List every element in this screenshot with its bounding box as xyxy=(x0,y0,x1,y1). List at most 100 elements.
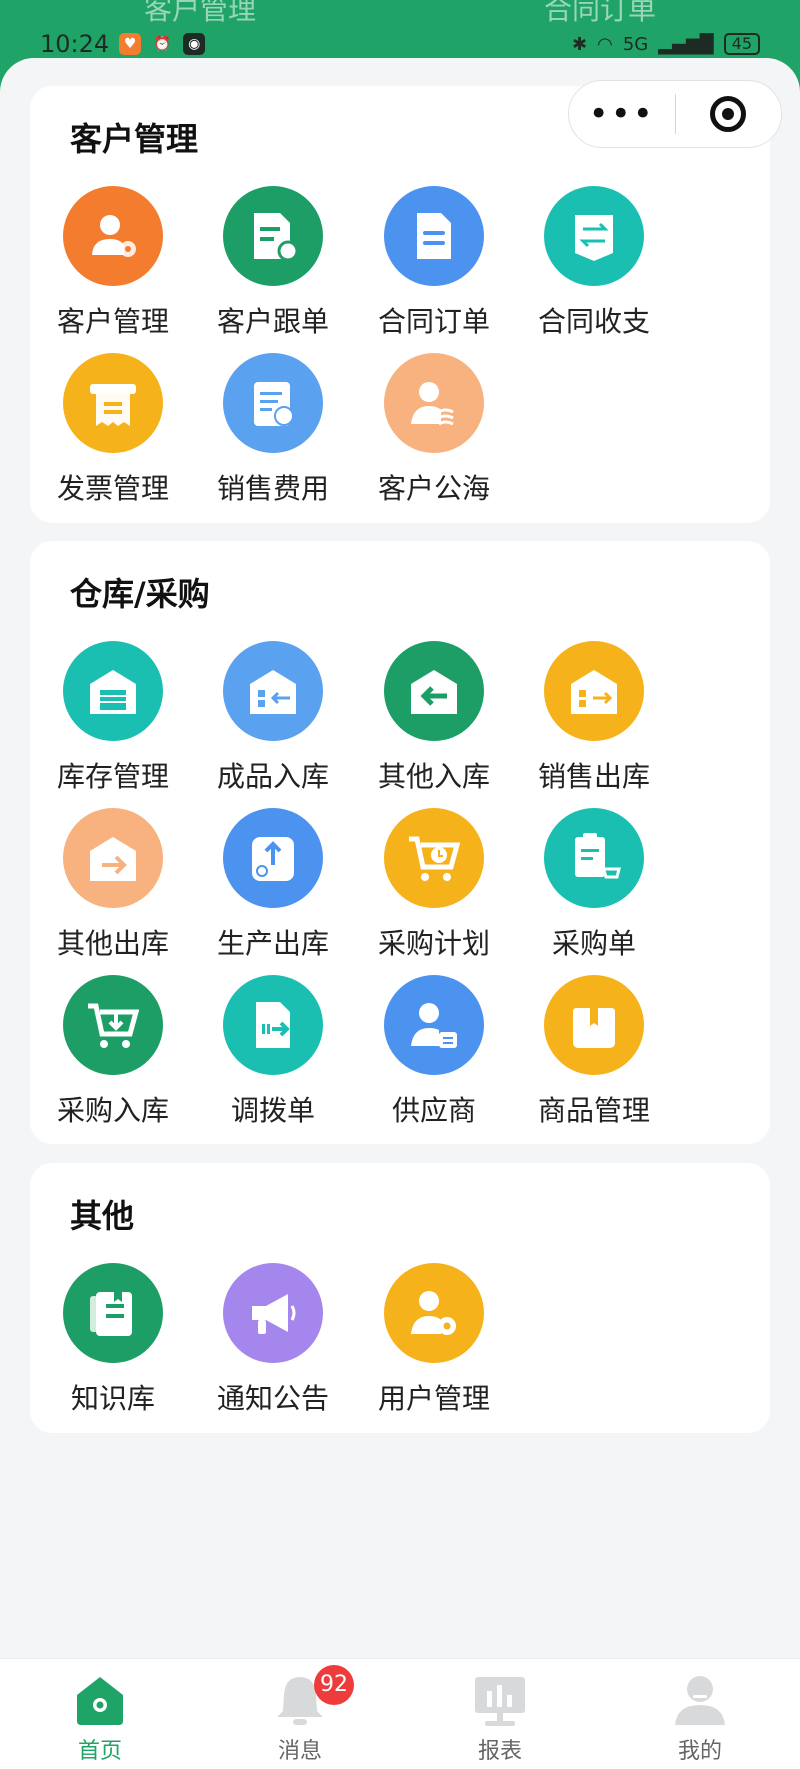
nav-label: 报表 xyxy=(477,1739,522,1764)
cart-download-icon xyxy=(63,975,163,1075)
menu-item[interactable]: 商品管理 xyxy=(504,975,684,1129)
bottom-navigation: 首页 92 消息 报表 我的 xyxy=(0,1658,800,1769)
transfer-doc-icon xyxy=(223,975,323,1075)
menu-item-label: 采购计划 xyxy=(377,927,490,960)
outbound-icon xyxy=(544,641,644,741)
inbound-arrow-icon xyxy=(384,641,484,741)
wifi-icon: ◠ xyxy=(597,33,613,55)
warehouse-icon xyxy=(63,641,163,741)
cart-clock-icon xyxy=(384,808,484,908)
nav-reports[interactable]: 报表 xyxy=(400,1659,600,1769)
menu-item-label: 知识库 xyxy=(70,1382,155,1415)
menu-item-label: 调拨单 xyxy=(230,1094,315,1127)
menu-item[interactable]: 用户管理 xyxy=(344,1263,524,1417)
unread-badge: 92 xyxy=(314,1665,354,1705)
menu-item[interactable]: 采购入库 xyxy=(23,975,203,1129)
menu-item-label: 销售费用 xyxy=(216,472,329,505)
menu-item-label: 客户跟单 xyxy=(216,305,329,338)
close-button[interactable] xyxy=(676,96,782,132)
menu-item-label: 库存管理 xyxy=(56,760,169,793)
menu-item[interactable]: 供应商 xyxy=(344,975,524,1129)
tray-upload-icon xyxy=(223,808,323,908)
menu-item[interactable]: 知识库 xyxy=(23,1263,203,1417)
expense-icon xyxy=(223,353,323,453)
signal-icon: ▂▄▆█ xyxy=(658,33,714,55)
menu-item[interactable]: 客户管理 xyxy=(23,186,203,340)
menu-item[interactable]: 客户跟单 xyxy=(183,186,363,340)
nav-label: 首页 xyxy=(77,1739,122,1764)
section-customer: 客户管理 客户管理 客户跟单 合同订单 合同收支 发票管理 销售费用 客户公海 xyxy=(30,86,770,523)
menu-item-label: 采购入库 xyxy=(56,1094,169,1127)
menu-item[interactable]: 通知公告 xyxy=(183,1263,363,1417)
home-icon xyxy=(71,1671,129,1729)
menu-item[interactable]: 生产出库 xyxy=(183,808,363,962)
background-tab: 客户管理 xyxy=(143,0,256,26)
menu-item-label: 发票管理 xyxy=(56,472,169,505)
background-tabs: 客户管理 合同订单 xyxy=(0,0,800,26)
menu-item-label: 其他出库 xyxy=(56,927,169,960)
menu-item[interactable]: 发票管理 xyxy=(23,353,203,507)
exchange-icon xyxy=(544,186,644,286)
menu-item[interactable]: 销售出库 xyxy=(504,641,684,795)
alarm-icon: ⏰ xyxy=(153,36,171,52)
sound-icon: ◉ xyxy=(183,33,206,55)
network-type: 5G xyxy=(622,33,649,55)
nav-label: 我的 xyxy=(677,1739,722,1764)
menu-item-label: 销售出库 xyxy=(537,760,650,793)
inbound-icon xyxy=(223,641,323,741)
menu-item-label: 合同收支 xyxy=(537,305,650,338)
report-icon xyxy=(471,1671,529,1729)
menu-item[interactable]: 客户公海 xyxy=(344,353,524,507)
menu-item[interactable]: 采购单 xyxy=(504,808,684,962)
menu-item-label: 用户管理 xyxy=(377,1382,490,1415)
nav-label: 消息 xyxy=(277,1739,322,1764)
menu-item[interactable]: 销售费用 xyxy=(183,353,363,507)
section-other: 其他 知识库 通知公告 用户管理 xyxy=(30,1163,770,1433)
bluetooth-icon: ✱ xyxy=(572,33,588,55)
menu-item[interactable]: 其他入库 xyxy=(344,641,524,795)
section-warehouse: 仓库/采购 库存管理 成品入库 其他入库 销售出库其他出库 生产出库 采购计划 采购单采购入… xyxy=(30,541,770,1144)
document-track-icon xyxy=(223,186,323,286)
menu-item-label: 生产出库 xyxy=(216,927,329,960)
user-wave-icon xyxy=(384,353,484,453)
menu-item-label: 客户管理 xyxy=(56,305,169,338)
section-title: 其他 xyxy=(70,1197,135,1235)
nav-home[interactable]: 首页 xyxy=(0,1659,200,1769)
document-icon xyxy=(384,186,484,286)
more-button[interactable]: ••• xyxy=(569,97,675,131)
menu-item[interactable]: 合同收支 xyxy=(504,186,684,340)
user-admin-icon xyxy=(384,1263,484,1363)
menu-item-label: 成品入库 xyxy=(216,760,329,793)
battery-icon: 45 xyxy=(723,33,760,55)
menu-item-label: 其他入库 xyxy=(377,760,490,793)
section-title: 仓库/采购 xyxy=(70,575,210,613)
menu-item-label: 供应商 xyxy=(391,1094,476,1127)
menu-item[interactable]: 成品入库 xyxy=(183,641,363,795)
menu-item[interactable]: 其他出库 xyxy=(23,808,203,962)
menu-item-label: 通知公告 xyxy=(216,1382,329,1415)
outbound-arrow-icon xyxy=(63,808,163,908)
nav-messages[interactable]: 92 消息 xyxy=(200,1659,400,1769)
notification-app-icon: ♥ xyxy=(119,33,142,55)
profile-icon xyxy=(671,1671,729,1729)
menu-item[interactable]: 合同订单 xyxy=(344,186,524,340)
clipboard-cart-icon xyxy=(544,808,644,908)
user-gear-icon xyxy=(63,186,163,286)
invoice-icon xyxy=(63,353,163,453)
menu-item-label: 商品管理 xyxy=(537,1094,650,1127)
target-icon xyxy=(710,96,747,132)
menu-item[interactable]: 采购计划 xyxy=(344,808,524,962)
status-time: 10:24 xyxy=(40,30,110,58)
nav-profile[interactable]: 我的 xyxy=(600,1659,800,1769)
menu-item-label: 客户公海 xyxy=(377,472,490,505)
section-title: 客户管理 xyxy=(70,120,199,158)
box-icon xyxy=(544,975,644,1075)
menu-item[interactable]: 库存管理 xyxy=(23,641,203,795)
megaphone-icon xyxy=(223,1263,323,1363)
menu-item-label: 采购单 xyxy=(551,927,636,960)
supplier-icon xyxy=(384,975,484,1075)
menu-item[interactable]: 调拨单 xyxy=(183,975,363,1129)
miniprogram-capsule: ••• xyxy=(568,80,782,148)
background-tab: 合同订单 xyxy=(543,0,656,26)
book-icon xyxy=(63,1263,163,1363)
